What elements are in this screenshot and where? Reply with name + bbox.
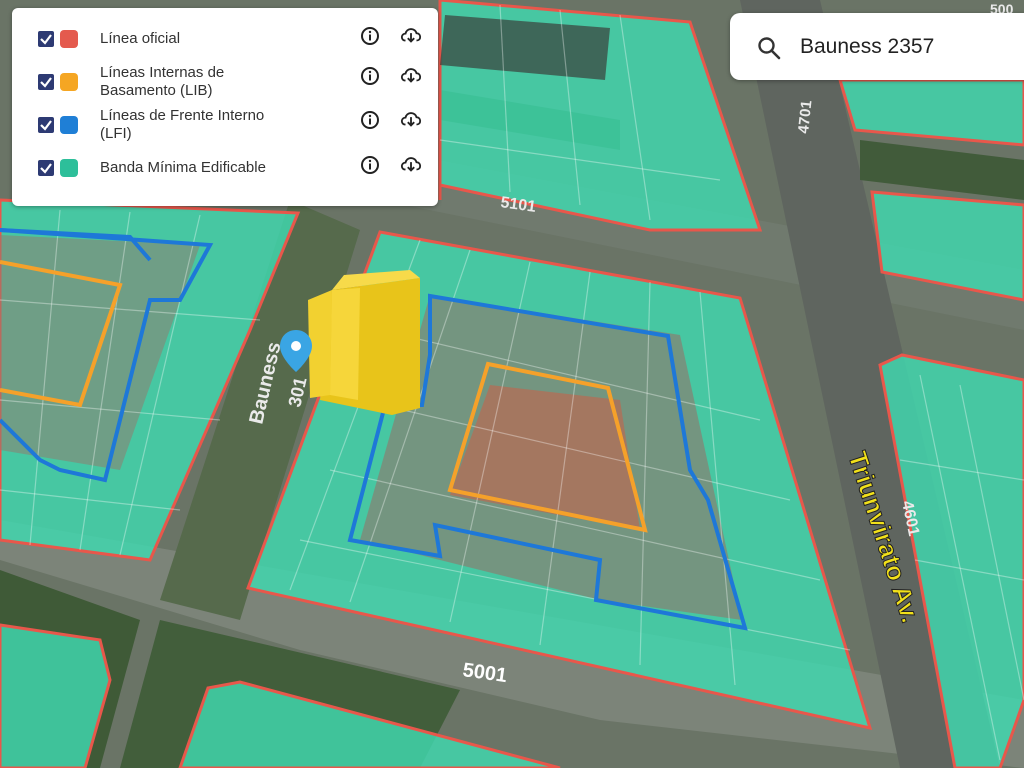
swatch-lfi xyxy=(60,116,78,134)
checkmark-icon xyxy=(40,163,52,174)
search-icon xyxy=(758,37,781,60)
swatch-lib xyxy=(60,73,78,91)
street-number-4701: 4701 xyxy=(795,99,815,134)
search-input[interactable]: Bauness 2357 xyxy=(800,35,934,59)
checkmark-icon xyxy=(40,120,52,131)
cloud-download-icon[interactable] xyxy=(400,108,422,130)
swatch-linea-oficial xyxy=(60,30,78,48)
checkmark-icon xyxy=(40,77,52,88)
checkmark-icon xyxy=(40,34,52,45)
checkbox-banda-minima[interactable] xyxy=(38,160,54,176)
info-icon[interactable] xyxy=(359,25,381,47)
swatch-banda-minima xyxy=(60,159,78,177)
checkbox-linea-oficial[interactable] xyxy=(38,31,54,47)
legend-label-banda-minima: Banda Mínima Edificable xyxy=(100,159,266,176)
checkbox-lfi[interactable] xyxy=(38,117,54,133)
search-box[interactable]: Bauness 2357 xyxy=(730,13,1024,80)
info-icon[interactable] xyxy=(359,154,381,176)
cloud-download-icon[interactable] xyxy=(400,64,422,86)
checkbox-lib[interactable] xyxy=(38,74,54,90)
info-icon[interactable] xyxy=(359,109,381,131)
legend-panel: Línea oficial Líneas Internas de Basamen… xyxy=(12,8,438,206)
legend-label-linea-oficial: Línea oficial xyxy=(100,30,181,47)
legend-label-lfi: Líneas de Frente Interno (LFI) xyxy=(100,107,265,142)
cloud-download-icon[interactable] xyxy=(400,153,422,175)
info-icon[interactable] xyxy=(359,65,381,87)
legend-label-lib: Líneas Internas de Basamento (LIB) xyxy=(100,64,225,99)
cloud-download-icon[interactable] xyxy=(400,24,422,46)
